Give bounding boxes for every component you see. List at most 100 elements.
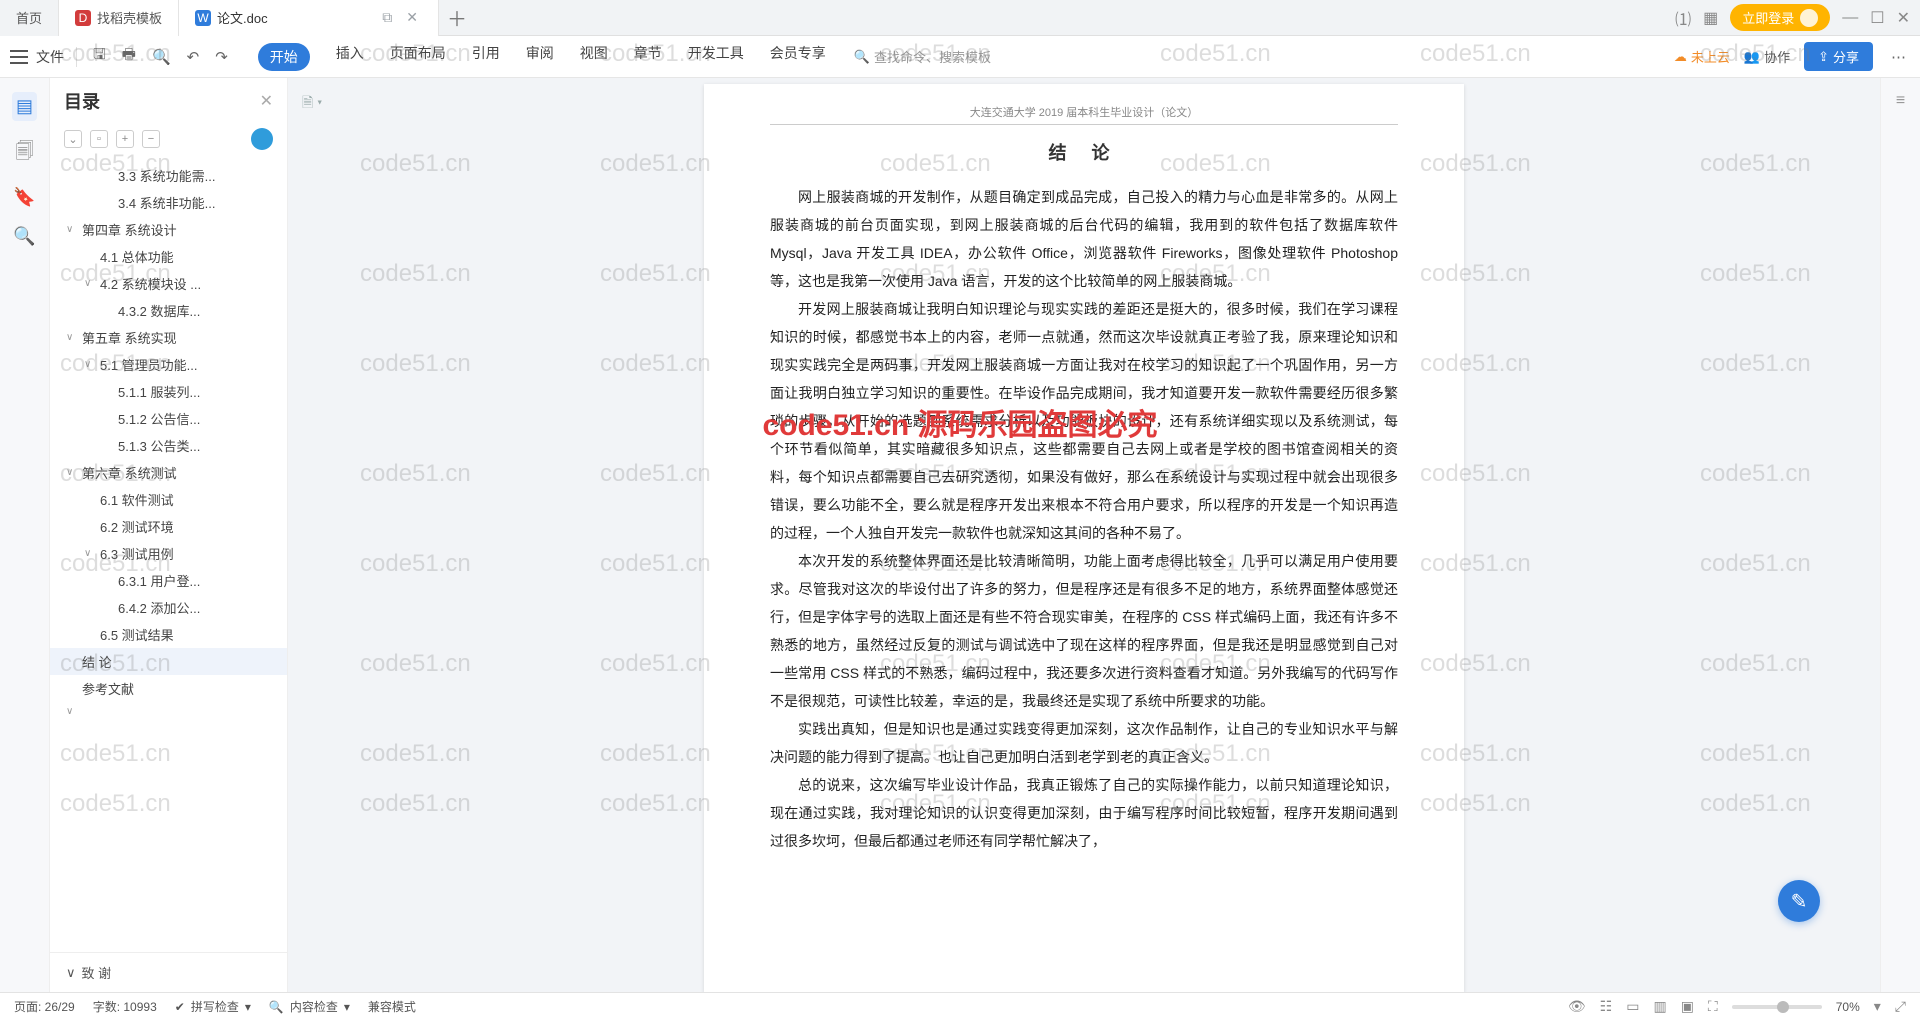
view-mode-3-icon[interactable]: ▭	[1626, 998, 1639, 1015]
outline-item[interactable]: 结 论	[50, 648, 287, 675]
outline-tool-3[interactable]: −	[142, 130, 160, 148]
outline-title: 目录	[64, 88, 100, 114]
search-rail-icon[interactable]: 🔍	[13, 226, 35, 247]
menu-references[interactable]: 引用	[472, 43, 500, 71]
outline-item[interactable]: 6.3.1 用户登...	[50, 567, 287, 594]
chevron-down-icon: ∨	[84, 359, 96, 370]
outline-list: 3.3 系统功能需...3.4 系统非功能...∨第四章 系统设计4.1 总体功…	[50, 158, 287, 952]
tab-templates-label: 找稻壳模板	[97, 8, 162, 27]
zoom-value[interactable]: 70%	[1836, 1000, 1860, 1014]
login-button[interactable]: 立即登录	[1730, 4, 1830, 31]
status-page[interactable]: 页面: 26/29	[14, 998, 75, 1015]
outline-item[interactable]: ∨第五章 系统实现	[50, 324, 287, 351]
menu-member[interactable]: 会员专享	[770, 43, 826, 71]
cloud-icon: ☁	[1674, 49, 1687, 65]
zoom-slider[interactable]	[1732, 1005, 1822, 1009]
right-rail-menu-icon[interactable]: ≡	[1896, 92, 1905, 110]
tab-home-label: 首页	[16, 8, 42, 27]
file-menu[interactable]: 文件	[36, 47, 64, 67]
outline-footer-item[interactable]: ∨ 致 谢	[50, 952, 287, 992]
main-area: ▤ 🗐 🔖 🔍 目录 ✕ ⌄ ▫ + − 3.3 系统功能需...3.4 系统非…	[0, 78, 1920, 992]
outline-item[interactable]: ∨第四章 系统设计	[50, 216, 287, 243]
apps-icon[interactable]: ▦	[1703, 8, 1718, 28]
collab-button[interactable]: 👥 协作	[1744, 47, 1790, 66]
ribbon-collapse-icon[interactable]: ⋯	[1887, 46, 1910, 68]
outline-item[interactable]: 4.1 总体功能	[50, 243, 287, 270]
view-mode-2-icon[interactable]: ☷	[1600, 998, 1613, 1015]
redo-icon[interactable]: ↷	[211, 46, 232, 68]
status-words[interactable]: 字数: 10993	[93, 998, 157, 1015]
outline-item-label: 参考文献	[82, 679, 134, 698]
outline-item[interactable]: 3.4 系统非功能...	[50, 189, 287, 216]
status-spellcheck[interactable]: ✔拼写检查▾	[175, 998, 251, 1015]
clipboard-rail-icon[interactable]: 🗐	[16, 139, 34, 169]
outline-item-label: 5.1.1 服装列...	[118, 382, 200, 401]
window-maximize-icon[interactable]: ☐	[1870, 8, 1884, 28]
outline-tool-2[interactable]: +	[116, 130, 134, 148]
outline-item[interactable]: 6.2 测试环境	[50, 513, 287, 540]
menu-chapter[interactable]: 章节	[634, 43, 662, 71]
menu-devtools[interactable]: 开发工具	[688, 43, 744, 71]
outline-rail-icon[interactable]: ▤	[12, 92, 37, 121]
view-mode-4-icon[interactable]: ▥	[1653, 998, 1666, 1015]
undo-icon[interactable]: ↶	[183, 46, 204, 68]
window-minimize-icon[interactable]: —	[1842, 9, 1858, 27]
zoom-dropdown-icon[interactable]: ▾	[1874, 998, 1881, 1015]
menu-pagelayout[interactable]: 页面布局	[390, 43, 446, 71]
outline-expand-icon[interactable]: ⌄	[64, 130, 82, 148]
view-mode-1-icon[interactable]: 👁	[1568, 998, 1586, 1015]
share-button[interactable]: ⇪ 分享	[1804, 42, 1873, 71]
outline-item[interactable]: ∨第六章 系统测试	[50, 459, 287, 486]
fullscreen-icon[interactable]: ⤢	[1895, 998, 1906, 1015]
chevron-down-icon: ∨	[66, 332, 78, 343]
view-mode-5-icon[interactable]: ▣	[1681, 998, 1694, 1015]
zoom-fit-icon[interactable]: ⛶	[1708, 998, 1718, 1015]
outline-item[interactable]: 5.1.3 公告类...	[50, 432, 287, 459]
print-icon[interactable]: 🖶	[118, 42, 140, 71]
outline-item[interactable]: 6.1 软件测试	[50, 486, 287, 513]
menu-insert[interactable]: 插入	[336, 43, 364, 71]
tab-popout-icon[interactable]: ⧉	[378, 9, 396, 26]
outline-item[interactable]: 4.3.2 数据库...	[50, 297, 287, 324]
template-icon: D	[75, 10, 91, 26]
tab-templates[interactable]: D 找稻壳模板	[59, 0, 179, 36]
layout-icon[interactable]: ⑴	[1675, 6, 1691, 30]
outline-item[interactable]: ∨ 6.3 测试用例	[50, 540, 287, 567]
outline-item[interactable]: ∨5.1 管理员功能...	[50, 351, 287, 378]
outline-item[interactable]: ∨	[50, 702, 287, 721]
outline-item[interactable]: 3.3 系统功能需...	[50, 162, 287, 189]
preview-icon[interactable]: 🔍	[148, 46, 175, 68]
window-tabbar: 首页 D 找稻壳模板 W 论文.doc ⧉ ✕ ＋ ⑴ ▦ 立即登录 — ☐ ✕	[0, 0, 1920, 36]
command-search[interactable]: 🔍 查找命令、搜索模板	[854, 47, 991, 66]
menu-review[interactable]: 审阅	[526, 43, 554, 71]
outline-item-label: 5.1.2 公告信...	[118, 409, 200, 428]
status-compat[interactable]: 兼容模式	[368, 998, 416, 1015]
outline-assistant-icon[interactable]	[251, 128, 273, 150]
outline-item[interactable]: 6.4.2 添加公...	[50, 594, 287, 621]
cloud-status[interactable]: ☁ 未上云	[1674, 47, 1730, 66]
collab-label: 协作	[1764, 47, 1790, 66]
fab-button[interactable]: ✎	[1778, 880, 1820, 922]
status-contentcheck[interactable]: 🔍内容检查▾	[269, 998, 350, 1015]
menu-start[interactable]: 开始	[258, 43, 310, 71]
bookmark-rail-icon[interactable]: 🔖	[13, 187, 35, 208]
save-icon[interactable]: 🖫	[89, 42, 110, 71]
tab-close-icon[interactable]: ✕	[402, 9, 422, 26]
outline-item[interactable]: 6.5 测试结果	[50, 621, 287, 648]
tab-home[interactable]: 首页	[0, 0, 59, 36]
menu-view[interactable]: 视图	[580, 43, 608, 71]
hamburger-icon[interactable]	[10, 50, 28, 64]
outline-item[interactable]: 5.1.1 服装列...	[50, 378, 287, 405]
outline-item-label: 6.3 测试用例	[100, 544, 174, 563]
outline-close-icon[interactable]: ✕	[260, 91, 273, 111]
chevron-down-icon: ∨	[84, 548, 96, 559]
document-viewport[interactable]: 🗎 ▾ 大连交通大学 2019 届本科生毕业设计（论文） 结 论 网上服装商城的…	[288, 78, 1880, 992]
page-options-icon[interactable]: 🗎 ▾	[302, 92, 322, 116]
outline-item[interactable]: ∨4.2 系统模块设 ...	[50, 270, 287, 297]
outline-tool-1[interactable]: ▫	[90, 130, 108, 148]
new-tab-button[interactable]: ＋	[439, 3, 475, 32]
outline-item[interactable]: 5.1.2 公告信...	[50, 405, 287, 432]
outline-item[interactable]: 参考文献	[50, 675, 287, 702]
tab-document[interactable]: W 论文.doc ⧉ ✕	[179, 0, 439, 36]
window-close-icon[interactable]: ✕	[1897, 8, 1910, 28]
